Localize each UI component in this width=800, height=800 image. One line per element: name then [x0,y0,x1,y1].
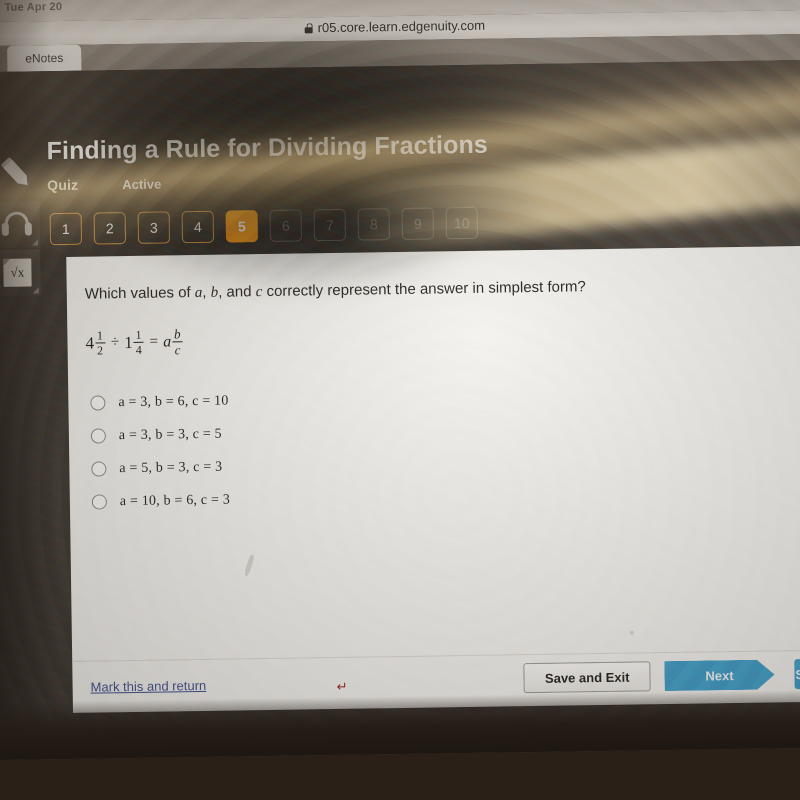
expr-result-den: c [172,341,183,357]
prompt-seg-4: correctly represent the answer in simple… [262,278,586,301]
pager-item-2[interactable]: 2 [93,212,127,245]
headphones-icon [1,211,32,237]
mouse-cursor: ↵ [336,678,348,694]
expr-result-var: a [163,332,172,351]
pager-item-5[interactable]: 5 [225,210,259,243]
expr-equals-sign: = [149,333,159,350]
tab-enotes[interactable]: eNotes [7,44,82,72]
os-clock: Tue Apr 20 [4,0,63,14]
next-button[interactable]: Next [664,659,774,691]
radio-button[interactable] [91,494,107,510]
audio-tool-button[interactable] [0,201,41,249]
expr-num-2: 1 [135,327,142,342]
expr-den-2: 4 [133,341,144,357]
url-display[interactable]: r05.core.learn.edgenuity.com [305,18,486,36]
submit-button[interactable]: Submit [794,658,800,690]
lesson-kind: Quiz [47,176,79,194]
option-row[interactable]: a = 5, b = 3, c = 3 [91,451,230,486]
pager-item-1[interactable]: 1 [49,212,83,246]
tab-label: eNotes [25,50,64,66]
expr-whole-1: 4 [85,333,95,353]
option-label: a = 3, b = 6, c = 10 [118,393,229,410]
photograph-of-screen: Tue Apr 20 r05.core.learn.edgenuity.com … [0,0,800,800]
square-root-icon: √x [3,258,32,287]
radio-button[interactable] [91,461,107,477]
option-label: a = 5, b = 3, c = 3 [119,459,223,476]
option-row[interactable]: a = 3, b = 3, c = 5 [90,418,230,453]
expr-den-1: 2 [94,342,106,357]
laptop-screen: Tue Apr 20 r05.core.learn.edgenuity.com … [0,0,800,761]
url-text: r05.core.learn.edgenuity.com [317,17,486,36]
question-body: Which values of a, b , and c correctly re… [66,246,800,661]
expr-fraction-2: 1 4 [133,327,144,357]
question-card: Which values of a, b , and c correctly re… [66,245,800,713]
expr-fraction-1: 1 2 [94,328,106,357]
pencil-icon [0,149,40,197]
pager-item-7: 7 [313,208,347,242]
question-prompt: Which values of a, b, and c correctly re… [85,274,791,305]
lesson-meta: Quiz Active [47,176,161,194]
answer-options: a = 3, b = 6, c = 10 a = 3, b = 3, c = 5… [90,385,230,519]
lesson-state: Active [122,176,162,193]
save-and-exit-button[interactable]: Save and Exit [523,661,651,694]
pager-item-3[interactable]: 3 [137,211,171,244]
option-label: a = 3, b = 3, c = 5 [118,426,222,443]
expr-num-1: 1 [96,328,103,343]
option-label: a = 10, b = 6, c = 3 [119,492,231,509]
expr-whole-2: 1 [124,332,133,352]
option-row[interactable]: a = 3, b = 6, c = 10 [90,385,229,420]
expr-result-num: b [173,326,181,342]
radio-button[interactable] [90,428,106,444]
prompt-seg-3: , and [218,283,256,301]
math-expression: 4 1 2 ÷ 1 1 4 = a b c [85,326,184,357]
pager-item-9: 9 [401,207,435,240]
app-shell: √x Finding a Rule for Dividing Fractions… [0,59,800,761]
question-pager: 1 2 3 4 5 6 7 8 9 10 [49,206,479,246]
radio-button[interactable] [90,395,106,411]
lock-icon [305,23,313,33]
math-tool-button[interactable]: √x [0,249,41,297]
prompt-seg-1: Which values of [84,284,195,303]
pager-item-4[interactable]: 4 [181,210,215,244]
expr-divide-sign: ÷ [110,334,120,351]
pager-item-6: 6 [269,209,303,242]
question-footer: Mark this and return ↵ Save and Exit Nex… [72,649,800,713]
mark-and-return-link[interactable]: Mark this and return [90,678,206,695]
pencil-tool-button[interactable] [0,149,39,196]
option-row[interactable]: a = 10, b = 6, c = 3 [91,484,231,519]
prompt-seg-2: , [202,283,211,301]
pager-item-8: 8 [357,208,391,241]
pager-item-10: 10 [445,206,479,240]
expr-result-fraction: b c [172,326,183,357]
